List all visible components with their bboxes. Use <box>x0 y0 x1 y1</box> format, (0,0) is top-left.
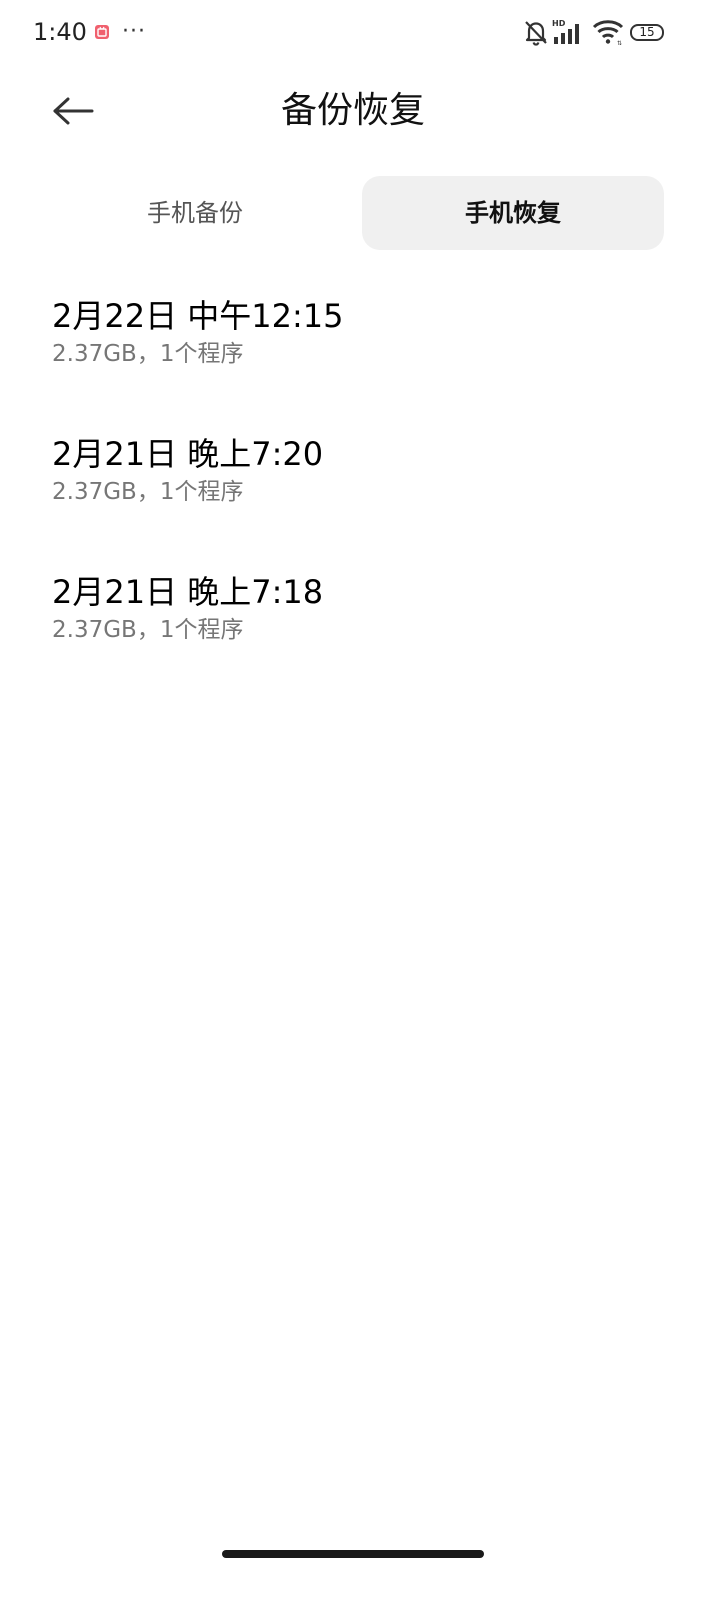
backup-item-subtitle: 2.37GB，1个程序 <box>52 479 244 505</box>
hd-signal-label: HD <box>552 19 566 28</box>
backup-list: 2月22日 中午12:15 2.37GB，1个程序 2月21日 晚上7:20 2… <box>0 282 720 696</box>
home-indicator[interactable] <box>222 1550 484 1558</box>
header: 备份恢复 <box>0 64 720 156</box>
backup-list-item[interactable]: 2月22日 中午12:15 2.37GB，1个程序 <box>0 282 720 420</box>
tab-phone-backup[interactable]: 手机备份 <box>38 176 352 250</box>
tab-phone-restore[interactable]: 手机恢复 <box>362 176 664 250</box>
battery-icon: 15 <box>630 24 664 41</box>
notification-app-icon <box>94 24 110 40</box>
backup-item-title: 2月21日 晚上7:20 <box>52 435 324 473</box>
status-bar: 1:40 ··· HD ⇅ 15 <box>0 0 720 64</box>
hd-signal-icon: HD <box>552 18 586 46</box>
backup-item-subtitle: 2.37GB，1个程序 <box>52 341 244 367</box>
tab-bar: 手机备份 手机恢复 <box>38 176 664 250</box>
backup-item-subtitle: 2.37GB，1个程序 <box>52 617 244 643</box>
backup-item-title: 2月21日 晚上7:18 <box>52 573 324 611</box>
backup-item-title: 2月22日 中午12:15 <box>52 297 344 335</box>
wifi-icon: ⇅ <box>592 18 624 47</box>
backup-list-item[interactable]: 2月21日 晚上7:18 2.37GB，1个程序 <box>0 558 720 696</box>
more-notifications-icon: ··· <box>122 19 146 44</box>
page-title: 备份恢复 <box>280 90 425 131</box>
backup-list-item[interactable]: 2月21日 晚上7:20 2.37GB，1个程序 <box>0 420 720 558</box>
status-time: 1:40 <box>33 18 87 46</box>
svg-text:⇅: ⇅ <box>617 40 622 46</box>
silent-bell-icon <box>523 18 549 46</box>
